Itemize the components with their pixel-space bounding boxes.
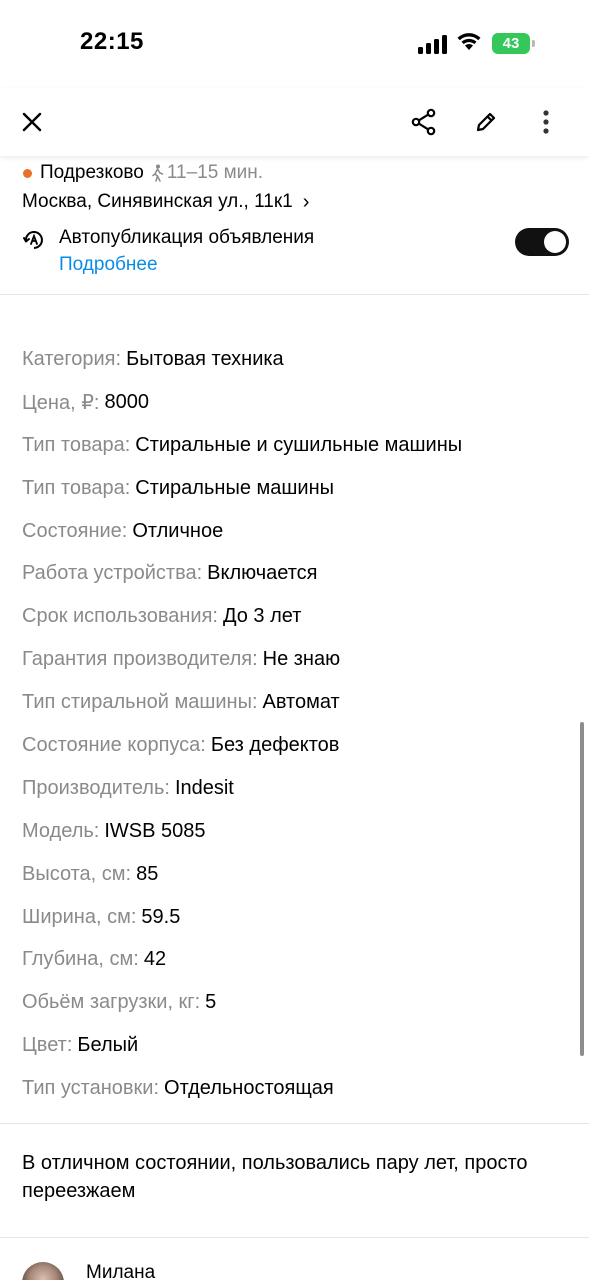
share-button[interactable] bbox=[404, 102, 444, 142]
param-value: Белый bbox=[77, 1034, 139, 1057]
param-label: Цвет: bbox=[22, 1034, 73, 1057]
param-label: Работа устройства: bbox=[22, 562, 203, 585]
param-value: Включается bbox=[207, 562, 318, 585]
seller-name: Милана bbox=[86, 1262, 156, 1280]
address-text: Москва, Синявинская ул., 11к1 bbox=[22, 191, 293, 212]
divider bbox=[0, 1237, 589, 1238]
param-row: Состояние: Отличное bbox=[22, 510, 567, 553]
param-label: Ширина, см: bbox=[22, 905, 137, 928]
more-info-link[interactable]: Подробнее bbox=[59, 254, 158, 276]
walk-time-text: 11–15 мин. bbox=[166, 162, 264, 183]
param-value: Indesit bbox=[174, 776, 234, 799]
metro-line-dot bbox=[23, 168, 32, 178]
pencil-icon bbox=[476, 112, 496, 132]
param-label: Обьём загрузки, кг: bbox=[22, 991, 201, 1014]
divider bbox=[0, 294, 589, 295]
more-vertical-icon bbox=[543, 110, 549, 134]
param-label: Состояние: bbox=[22, 519, 128, 542]
param-value: До 3 лет bbox=[222, 605, 302, 628]
param-label: Производитель: bbox=[22, 776, 170, 799]
autopublish-toggle[interactable] bbox=[515, 228, 569, 256]
close-button[interactable] bbox=[12, 102, 52, 142]
autopublish-title: Автопубликация объявления bbox=[59, 227, 315, 248]
autopublish-icon bbox=[22, 228, 46, 257]
param-row: Категория: Бытовая техника bbox=[22, 338, 567, 381]
param-row: Модель: IWSB 5085 bbox=[22, 810, 567, 853]
parameters-list: Категория: Бытовая техника Цена, ₽: 8000 Тип… bbox=[22, 338, 567, 1110]
param-label: Цена, ₽: bbox=[22, 391, 100, 414]
wifi-icon bbox=[455, 30, 483, 57]
address-link[interactable]: Москва, Синявинская ул., 11к1 › bbox=[22, 189, 562, 215]
param-value: 59.5 bbox=[141, 905, 181, 928]
param-label: Состояние корпуса: bbox=[22, 733, 206, 756]
param-label: Срок использования: bbox=[22, 605, 218, 628]
location-block: Подрезково 11–15 мин. Москва, Синявинска… bbox=[22, 160, 562, 215]
scrollbar[interactable] bbox=[580, 722, 584, 1056]
param-row: Обьём загрузки, кг: 5 bbox=[22, 981, 567, 1024]
param-row: Состояние корпуса: Без дефектов bbox=[22, 724, 567, 767]
more-button[interactable] bbox=[526, 102, 566, 142]
param-value: Бытовая техника bbox=[126, 347, 284, 370]
param-label: Гарантия производителя: bbox=[22, 648, 258, 671]
battery-icon: 43 bbox=[492, 33, 536, 54]
param-value: Отдельностоящая bbox=[164, 1077, 334, 1100]
param-row: Производитель: Indesit bbox=[22, 767, 567, 810]
param-value: Не знаю bbox=[262, 648, 341, 671]
edit-button[interactable] bbox=[466, 102, 506, 142]
description-text: В отличном состоянии, пользовались пару … bbox=[22, 1152, 528, 1202]
close-icon bbox=[22, 112, 42, 132]
param-label: Тип товара: bbox=[22, 476, 131, 499]
param-label: Модель: bbox=[22, 819, 100, 842]
param-value: 42 bbox=[143, 948, 167, 971]
param-value: 5 bbox=[205, 991, 217, 1014]
battery-level: 43 bbox=[492, 33, 530, 54]
param-row: Тип стиральной машины: Автомат bbox=[22, 681, 567, 724]
param-row: Срок использования: До 3 лет bbox=[22, 595, 567, 638]
param-row: Тип товара: Стиральные и сушильные машины bbox=[22, 424, 567, 467]
param-label: Категория: bbox=[22, 347, 122, 370]
avatar[interactable] bbox=[22, 1262, 64, 1280]
param-row: Цвет: Белый bbox=[22, 1024, 567, 1067]
top-toolbar bbox=[0, 88, 589, 156]
metro-line: Подрезково 11–15 мин. bbox=[22, 160, 562, 186]
param-label: Тип установки: bbox=[22, 1077, 160, 1100]
param-value: Стиральные машины bbox=[135, 476, 335, 499]
param-row: Тип товара: Стиральные машины bbox=[22, 467, 567, 510]
param-row: Тип установки: Отдельностоящая bbox=[22, 1067, 567, 1110]
status-bar: 22:15 43 bbox=[0, 0, 589, 88]
toggle-knob bbox=[544, 231, 566, 253]
param-value: Отличное bbox=[132, 519, 224, 542]
param-row: Работа устройства: Включается bbox=[22, 552, 567, 595]
divider bbox=[0, 1123, 589, 1124]
param-value: Автомат bbox=[262, 691, 340, 714]
param-label: Глубина, см: bbox=[22, 948, 139, 971]
param-value: Стиральные и сушильные машины bbox=[135, 433, 463, 456]
walking-person-icon bbox=[152, 164, 164, 182]
share-icon bbox=[411, 108, 436, 136]
param-value: 85 bbox=[136, 862, 159, 885]
param-row: Высота, см: 85 bbox=[22, 853, 567, 896]
param-row: Ширина, см: 59.5 bbox=[22, 896, 567, 939]
param-label: Тип товара: bbox=[22, 433, 131, 456]
param-label: Высота, см: bbox=[22, 862, 132, 885]
seller-row[interactable]: Милана bbox=[22, 1258, 567, 1280]
metro-station: Подрезково bbox=[40, 162, 144, 183]
chevron-right-icon: › bbox=[302, 190, 310, 213]
cellular-signal-icon bbox=[418, 34, 448, 54]
param-value: IWSB 5085 bbox=[104, 819, 206, 842]
param-value: Без дефектов bbox=[210, 733, 340, 756]
walk-time: 11–15 мин. bbox=[150, 162, 263, 184]
param-row: Глубина, см: 42 bbox=[22, 938, 567, 981]
param-label: Тип стиральной машины: bbox=[22, 691, 258, 714]
autopublish-row: Автопубликация объявления Подробнее bbox=[22, 226, 569, 282]
param-row: Гарантия производителя: Не знаю bbox=[22, 638, 567, 681]
param-row: Цена, ₽: 8000 bbox=[22, 381, 567, 424]
status-time: 22:15 bbox=[80, 28, 144, 55]
param-value: 8000 bbox=[104, 390, 149, 413]
